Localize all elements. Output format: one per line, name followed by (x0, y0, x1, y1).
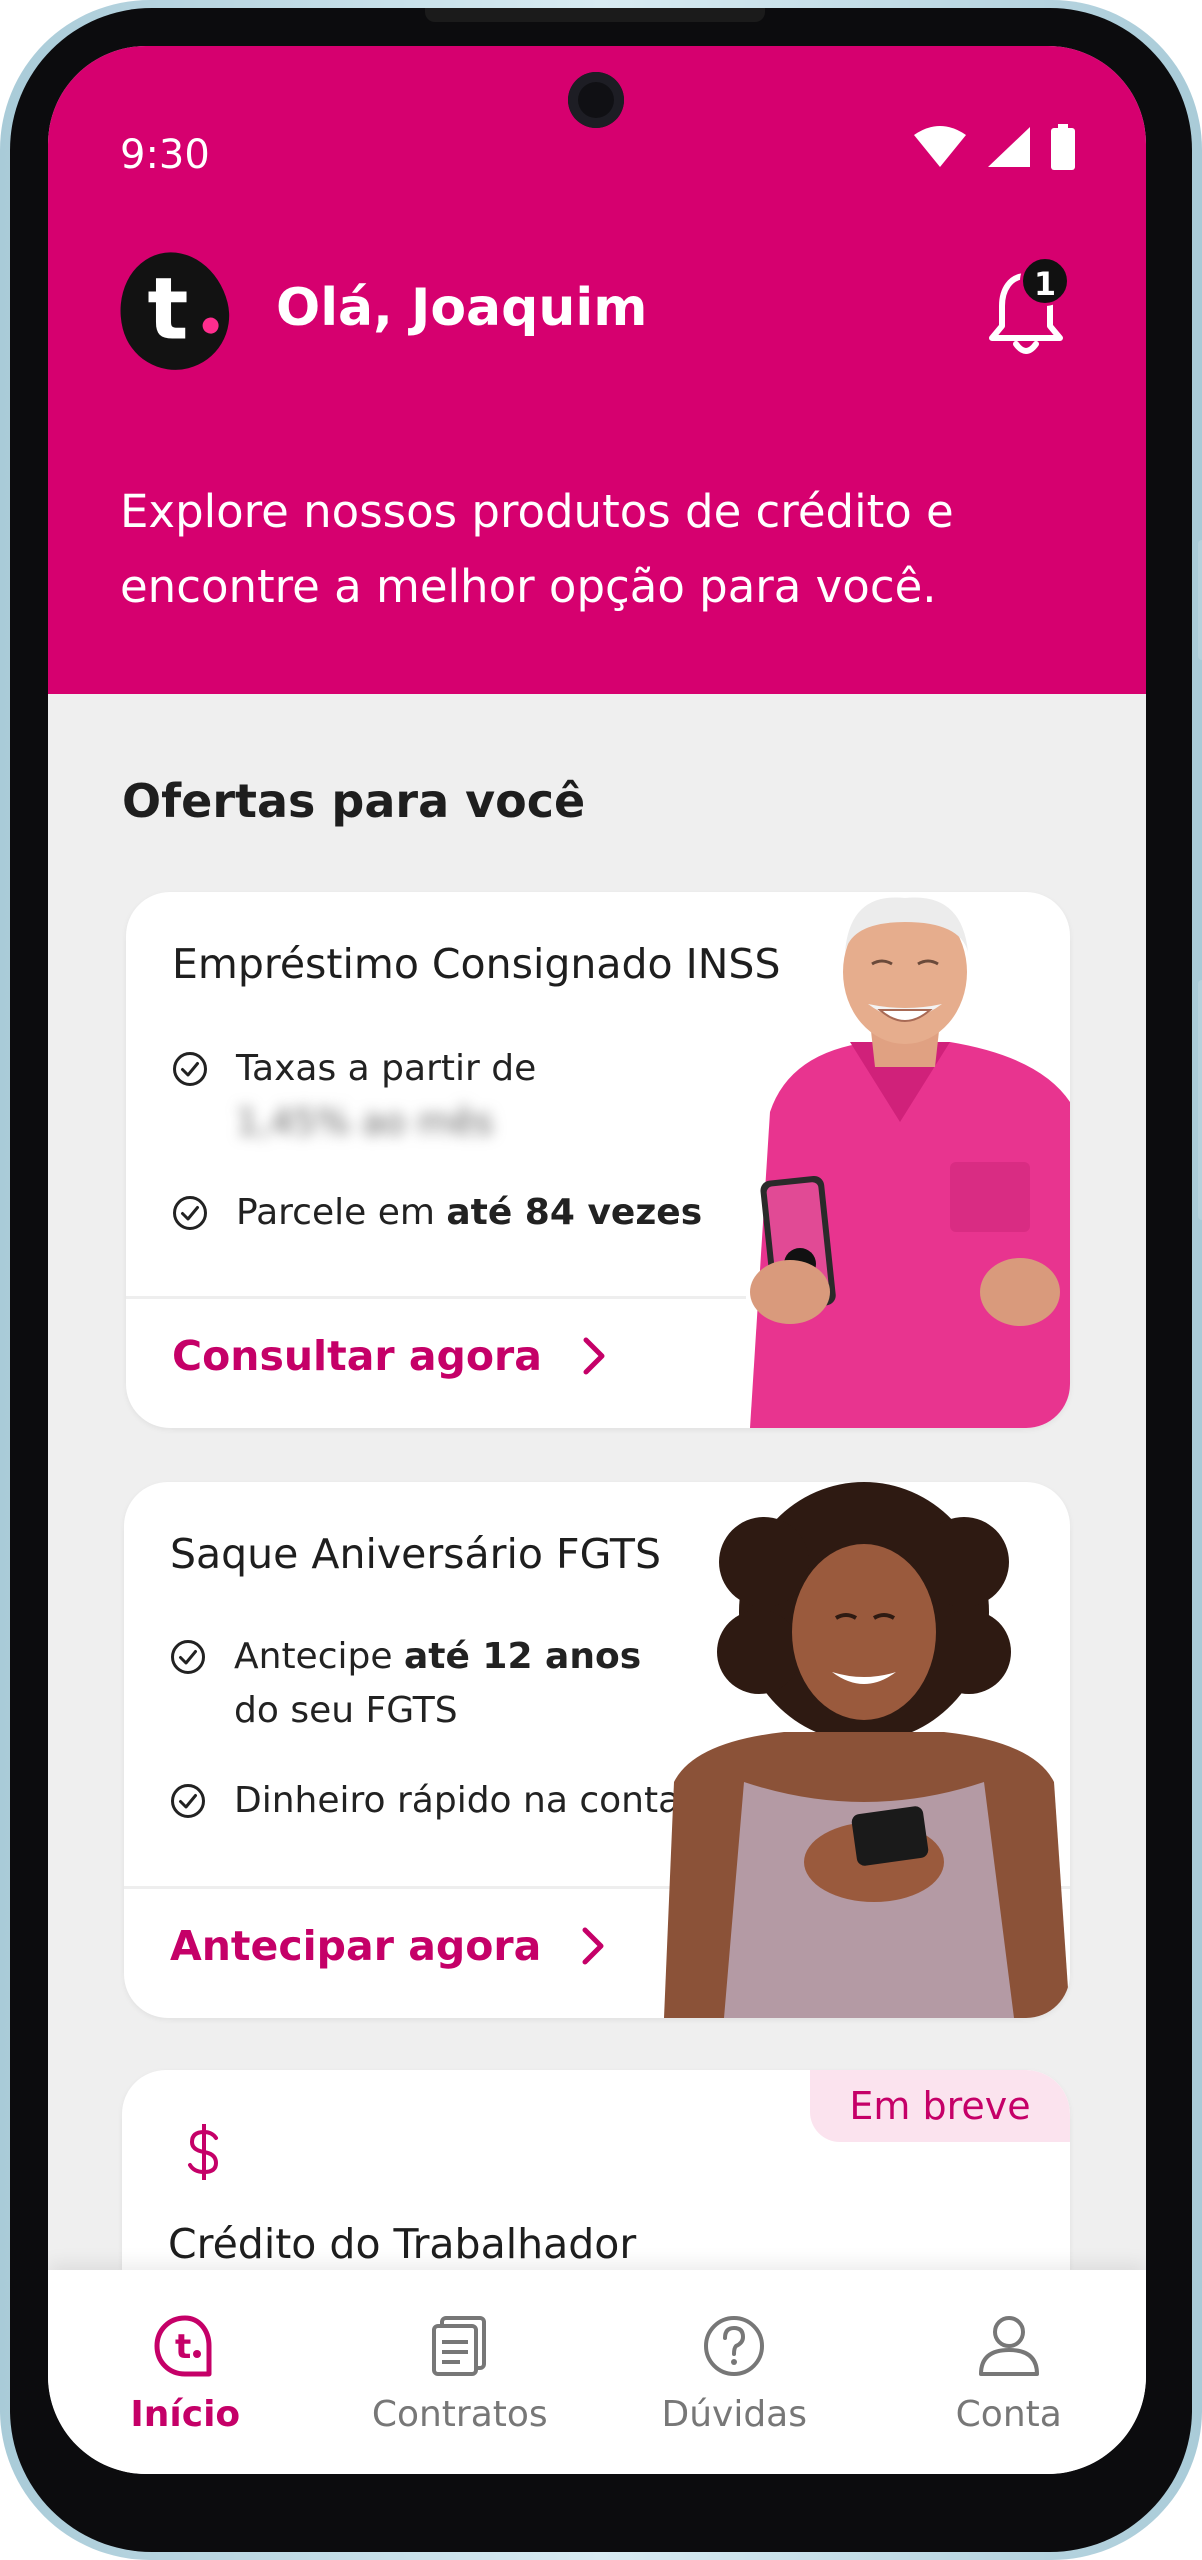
card-title: Empréstimo Consignado INSS (172, 940, 781, 988)
wifi-icon (914, 126, 966, 167)
phone-frame: 9:30 t Olá, Joaquim 1 Explore nossos pro… (0, 0, 1202, 2560)
account-icon (978, 2316, 1039, 2376)
feature-bold-text: até 84 vezes (446, 1192, 703, 1233)
intro-text: Explore nossos produtos de crédito e enc… (120, 485, 954, 613)
signal-icon (988, 127, 1030, 167)
feature-text: Parcele em (236, 1192, 447, 1233)
logo-letter: t (147, 259, 189, 360)
nav-label: Contratos (371, 2394, 548, 2435)
feature-text: Antecipe (234, 1636, 404, 1677)
cta-label: Consultar agora (172, 1332, 542, 1380)
bottom-nav: t Início Contratos Dúvidas Conta (48, 2270, 1146, 2474)
feature-text-line2: do seu FGTS (234, 1690, 458, 1731)
phone-speaker-slot (425, 8, 765, 22)
cta-label: Antecipar agora (170, 1922, 542, 1970)
contracts-icon (431, 2316, 486, 2376)
power-button (1198, 980, 1202, 1220)
antecipar-button[interactable]: Antecipar agora (170, 1922, 605, 1970)
nav-label: Conta (955, 2394, 1062, 2435)
feature-item: Antecipe até 12 anos do seu FGTS (170, 1630, 641, 1738)
battery-icon (1051, 124, 1075, 170)
home-logo-icon: t (154, 2315, 212, 2377)
chevron-right-icon (582, 1927, 604, 1965)
rate-value-blurred: 1,45% ao mês (236, 1102, 494, 1143)
nav-label: Início (130, 2394, 241, 2435)
offer-card-consignado[interactable]: Empréstimo Consignado INSS Taxas a parti… (126, 892, 1070, 1428)
header: 9:30 t Olá, Joaquim 1 Explore nossos pro… (48, 46, 1146, 694)
notification-badge: 1 (1020, 256, 1070, 306)
man-photo (750, 897, 1070, 1428)
feature-text: Dinheiro rápido na conta (234, 1780, 681, 1821)
card-title: Crédito do Trabalhador (168, 2220, 637, 2268)
card-divider (126, 1296, 746, 1299)
chevron-right-icon (583, 1337, 605, 1375)
check-circle-icon (171, 1784, 205, 1818)
nav-conta[interactable]: Conta (872, 2270, 1147, 2474)
coming-soon-badge: Em breve (810, 2070, 1070, 2142)
consultar-button[interactable]: Consultar agora (172, 1332, 606, 1380)
help-icon (704, 2316, 765, 2376)
feature-text: Taxas a partir de (236, 1048, 537, 1089)
feature-item: Parcele em até 84 vezes (172, 1186, 702, 1240)
feature-bold-text: até 12 anos (403, 1636, 642, 1677)
check-circle-icon (173, 1196, 207, 1230)
nav-duvidas[interactable]: Dúvidas (597, 2270, 872, 2474)
woman-photo (664, 1482, 1070, 2018)
nav-contratos[interactable]: Contratos (323, 2270, 598, 2474)
front-camera (568, 72, 624, 128)
logo-dot (200, 315, 221, 336)
nav-inicio[interactable]: t Início (48, 2270, 323, 2474)
volume-button (1198, 540, 1202, 660)
check-circle-icon (173, 1052, 207, 1086)
nav-label: Dúvidas (661, 2394, 807, 2435)
feature-item: Dinheiro rápido na conta (170, 1774, 680, 1828)
status-time: 9:30 (120, 132, 210, 178)
feature-item: Taxas a partir de 1,45% ao mês (172, 1042, 536, 1150)
greeting: Olá, Joaquim (276, 278, 648, 338)
dollar-icon (188, 2124, 219, 2180)
card-title: Saque Aniversário FGTS (170, 1530, 661, 1578)
offers-title: Ofertas para você (122, 774, 586, 828)
app-logo: t (107, 240, 241, 382)
offer-card-fgts[interactable]: Saque Aniversário FGTS Antecipe até 12 a… (124, 1482, 1070, 2018)
svg-text:t: t (175, 2327, 191, 2367)
check-circle-icon (171, 1640, 205, 1674)
app-screen: 9:30 t Olá, Joaquim 1 Explore nossos pro… (48, 46, 1146, 2474)
status-icons (912, 124, 1076, 170)
